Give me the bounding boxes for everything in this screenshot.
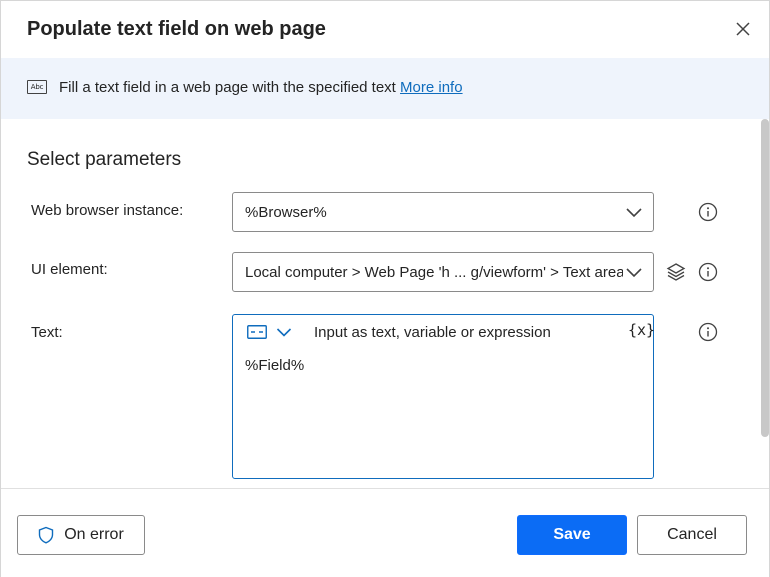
text-input[interactable]: Input as text, variable or expression {x…	[232, 314, 655, 479]
browser-instance-select[interactable]: %Browser%	[232, 192, 654, 232]
browser-instance-value: %Browser%	[245, 204, 327, 221]
parameters-panel: Select parameters Web browser instance: …	[1, 119, 769, 488]
chevron-down-icon	[626, 268, 642, 278]
close-icon	[736, 22, 750, 36]
save-button[interactable]: Save	[517, 515, 627, 555]
section-title: Select parameters	[27, 149, 182, 170]
ui-element-label: UI element:	[31, 261, 108, 278]
text-field-icon: Abc	[27, 80, 47, 94]
text-label: Text:	[31, 324, 63, 341]
browser-instance-label: Web browser instance:	[31, 202, 184, 219]
banner-text: Fill a text field in a web page with the…	[59, 79, 463, 96]
dialog: Populate text field on web page Abc Fill…	[0, 0, 770, 577]
info-icon[interactable]	[698, 202, 718, 222]
ui-element-select[interactable]: Local computer > Web Page 'h ... g/viewf…	[232, 252, 654, 292]
banner-description: Fill a text field in a web page with the…	[59, 79, 396, 96]
dialog-footer: On error Save Cancel	[1, 488, 769, 577]
layers-icon[interactable]	[665, 261, 687, 283]
input-mode-icon[interactable]	[247, 325, 267, 339]
more-info-link[interactable]: More info	[400, 79, 463, 96]
text-input-placeholder: Input as text, variable or expression	[314, 324, 551, 341]
scrollbar[interactable]	[761, 119, 769, 437]
dialog-header: Populate text field on web page	[1, 1, 769, 58]
info-banner: Abc Fill a text field in a web page with…	[1, 58, 769, 119]
shield-icon	[39, 526, 54, 544]
dialog-title: Populate text field on web page	[27, 18, 326, 40]
info-icon[interactable]	[698, 322, 718, 342]
insert-variable-button[interactable]: {x}	[628, 321, 655, 339]
text-input-value: %Field%	[245, 357, 305, 374]
chevron-down-icon	[626, 208, 642, 218]
close-button[interactable]	[729, 15, 757, 43]
chevron-down-icon[interactable]	[276, 327, 292, 337]
on-error-label: On error	[64, 526, 124, 543]
ui-element-value: Local computer > Web Page 'h ... g/viewf…	[245, 264, 623, 281]
on-error-button[interactable]: On error	[17, 515, 145, 555]
cancel-button[interactable]: Cancel	[637, 515, 747, 555]
info-icon[interactable]	[698, 262, 718, 282]
